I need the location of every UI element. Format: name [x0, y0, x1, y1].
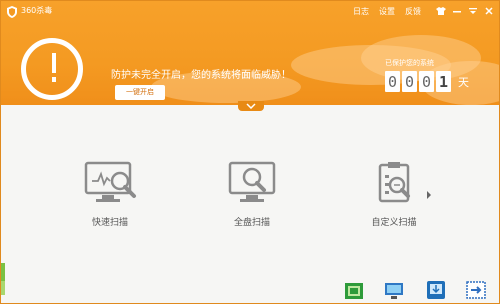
monitor-magnifier-icon: [84, 161, 136, 202]
counter-digit: 1: [436, 71, 451, 92]
monitor-search-icon: [228, 161, 276, 202]
days-counter: 0 0 0 1 天: [385, 71, 469, 92]
quick-scan-label: 快速扫描: [91, 218, 128, 228]
counter-digit: 0: [385, 71, 400, 92]
custom-scan-button[interactable]: 自定义扫描: [357, 161, 431, 228]
minimize-icon[interactable]: [451, 5, 463, 17]
arrow-exit-icon[interactable]: [465, 279, 487, 301]
skin-icon[interactable]: [435, 5, 447, 17]
app-window: 360杀毒 日志 设置 反馈 防护未完全开启，您的系统将面临威胁！ 一键开启 已…: [0, 0, 500, 304]
next-page-arrow[interactable]: [427, 191, 431, 199]
counter-digit: 0: [402, 71, 417, 92]
counter-digit: 0: [419, 71, 434, 92]
settings-link[interactable]: 设置: [379, 6, 395, 17]
banner: 360杀毒 日志 设置 反馈 防护未完全开启，您的系统将面临威胁！ 一键开启 已…: [1, 1, 499, 105]
protected-label: 已保护您的系统: [385, 59, 434, 67]
enable-button[interactable]: 一键开启: [115, 85, 165, 100]
quick-scan-button[interactable]: 快速扫描: [73, 161, 147, 228]
menu-icon[interactable]: [467, 5, 479, 17]
feedback-link[interactable]: 反馈: [405, 6, 421, 17]
day-unit: 天: [458, 75, 469, 89]
app-title: 360杀毒: [21, 6, 53, 15]
shield-icon: [5, 4, 19, 18]
full-scan-label: 全盘扫描: [233, 218, 270, 228]
warning-text: 防护未完全开启，您的系统将面临威胁！: [111, 70, 291, 81]
monitor-tool-icon[interactable]: [383, 279, 405, 301]
title-bar: 360杀毒 日志 设置 反馈: [1, 1, 499, 23]
close-icon[interactable]: [483, 5, 495, 17]
exclamation-icon: [21, 38, 83, 100]
chip-icon[interactable]: [343, 279, 365, 301]
side-indicator: [1, 281, 5, 295]
collapse-banner-button[interactable]: [238, 101, 264, 111]
log-link[interactable]: 日志: [353, 6, 369, 17]
custom-scan-label: 自定义扫描: [371, 218, 417, 228]
top-menu: 日志 设置 反馈: [353, 5, 495, 17]
full-scan-button[interactable]: 全盘扫描: [215, 161, 289, 228]
chevron-down-icon: [246, 103, 256, 109]
download-tool-icon[interactable]: [425, 279, 447, 301]
side-indicator: [1, 263, 5, 281]
clipboard-search-icon: [378, 162, 410, 203]
